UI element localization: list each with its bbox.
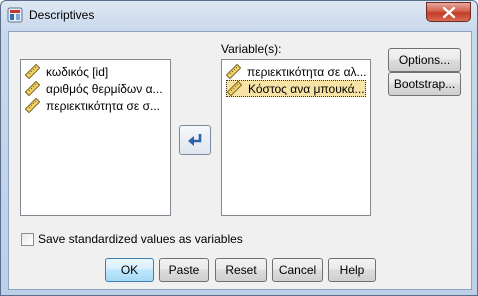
dialog-body: κωδικός [id] αριθμός θερμίδων α... περιε… [8, 31, 472, 290]
variable-label: κωδικός [id] [46, 64, 109, 79]
list-item[interactable]: κωδικός [id] [25, 63, 165, 80]
paste-button[interactable]: Paste [159, 258, 209, 282]
bootstrap-button[interactable]: Bootstrap... [388, 72, 461, 96]
save-standardized-label[interactable]: Save standardized values as variables [38, 232, 243, 246]
list-item[interactable]: αριθμός θερμίδων α... [25, 80, 165, 97]
dialog-title: Descriptives [29, 8, 95, 22]
variable-label: περιεκτικότητα σε αλ... [247, 64, 366, 79]
list-item[interactable]: περιεκτικότητα σε αλ... [226, 63, 366, 80]
close-icon [442, 6, 455, 18]
variable-label: Κόστος ανα μπουκά... [248, 81, 365, 96]
variable-label: περιεκτικότητα σε σ... [46, 98, 160, 113]
options-button[interactable]: Options... [388, 48, 461, 72]
title-bar[interactable]: Descriptives [1, 1, 477, 31]
spss-descriptives-icon [7, 7, 23, 23]
ruler-scale-icon [25, 81, 40, 96]
ruler-scale-icon [25, 64, 40, 79]
ruler-scale-icon [226, 64, 241, 79]
reset-button[interactable]: Reset [215, 258, 267, 282]
cancel-button[interactable]: Cancel [272, 258, 323, 282]
variables-list[interactable]: περιεκτικότητα σε αλ... Κόστος ανα μπουκ… [221, 59, 371, 216]
ruler-scale-icon [25, 98, 40, 113]
descriptives-dialog: Descriptives κωδικός [id] αριθμός θερμίδ… [0, 0, 478, 296]
help-button[interactable]: Help [328, 258, 376, 282]
move-variable-button[interactable] [179, 125, 211, 155]
move-arrow-icon [188, 134, 202, 146]
ok-button[interactable]: OK [105, 258, 154, 282]
list-item[interactable]: περιεκτικότητα σε σ... [25, 97, 165, 114]
variables-label: Variable(s): [221, 42, 282, 56]
variable-label: αριθμός θερμίδων α... [46, 81, 163, 96]
ruler-scale-icon [227, 81, 242, 96]
source-variable-list[interactable]: κωδικός [id] αριθμός θερμίδων α... περιε… [20, 59, 171, 216]
list-item-selected[interactable]: Κόστος ανα μπουκά... [226, 80, 366, 97]
close-button[interactable] [426, 2, 471, 22]
save-standardized-checkbox[interactable] [21, 233, 34, 246]
